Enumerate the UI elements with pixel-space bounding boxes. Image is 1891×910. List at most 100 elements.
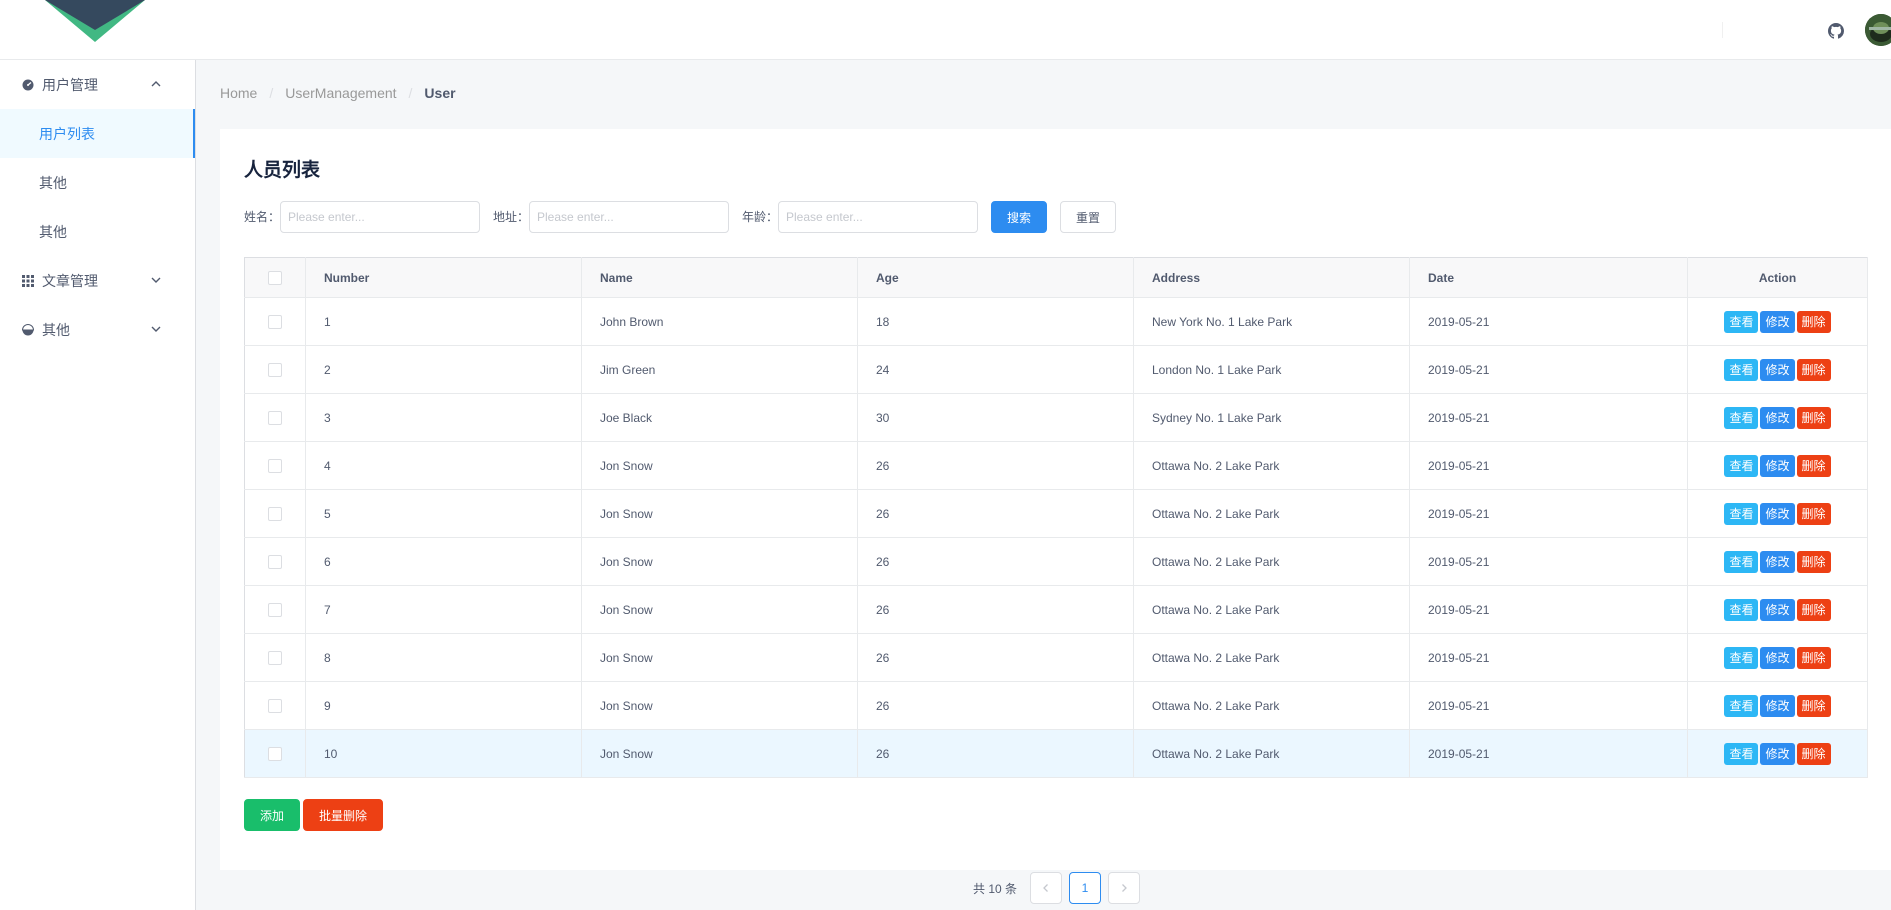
vue-logo[interactable] xyxy=(45,0,145,42)
breadcrumb-separator: / xyxy=(408,85,413,101)
table-row[interactable]: 2 Jim Green 24 London No. 1 Lake Park 2019-0… xyxy=(244,345,1868,394)
table-row[interactable]: 6 Jon Snow 26 Ottawa No. 2 Lake Park 2019-05… xyxy=(244,537,1868,586)
table-body: 1 John Brown 18 New York No. 1 Lake Park 201… xyxy=(244,297,1868,778)
menu-group-user-management[interactable]: 用户管理 xyxy=(0,60,195,109)
edit-button[interactable]: 修改 xyxy=(1760,550,1795,573)
name-filter-input[interactable] xyxy=(280,201,480,233)
delete-button[interactable]: 删除 xyxy=(1796,694,1831,717)
edit-button[interactable]: 修改 xyxy=(1760,742,1795,765)
row-checkbox[interactable] xyxy=(268,362,282,377)
view-button[interactable]: 查看 xyxy=(1724,694,1759,717)
table-row[interactable]: 9 Jon Snow 26 Ottawa No. 2 Lake Park 2019-05… xyxy=(244,681,1868,730)
cell-date: 2019-05-21 xyxy=(1409,633,1688,682)
edit-button[interactable]: 修改 xyxy=(1760,454,1795,477)
cell-name: Jon Snow xyxy=(581,633,858,682)
delete-button[interactable]: 删除 xyxy=(1796,502,1831,525)
row-select-cell xyxy=(244,297,306,346)
table-row[interactable]: 8 Jon Snow 26 Ottawa No. 2 Lake Park 2019-05… xyxy=(244,633,1868,682)
column-header-age: Age xyxy=(857,257,1134,298)
delete-button[interactable]: 删除 xyxy=(1796,406,1831,429)
edit-button[interactable]: 修改 xyxy=(1760,406,1795,429)
cell-address: London No. 1 Lake Park xyxy=(1133,345,1410,394)
row-select-cell xyxy=(244,345,306,394)
column-header-number: Number xyxy=(305,257,582,298)
row-select-cell xyxy=(244,585,306,634)
view-button[interactable]: 查看 xyxy=(1724,454,1759,477)
table-row[interactable]: 4 Jon Snow 26 Ottawa No. 2 Lake Park 2019-05… xyxy=(244,441,1868,490)
row-checkbox[interactable] xyxy=(268,554,282,569)
table-row[interactable]: 5 Jon Snow 26 Ottawa No. 2 Lake Park 2019-05… xyxy=(244,489,1868,538)
cell-actions: 查看 修改 删除 xyxy=(1687,633,1868,682)
select-all-checkbox[interactable] xyxy=(268,270,282,285)
row-checkbox[interactable] xyxy=(268,458,282,473)
row-checkbox[interactable] xyxy=(268,506,282,521)
view-button[interactable]: 查看 xyxy=(1724,358,1759,381)
view-button[interactable]: 查看 xyxy=(1724,406,1759,429)
table-row[interactable]: 1 John Brown 18 New York No. 1 Lake Park 201… xyxy=(244,297,1868,346)
cell-age: 30 xyxy=(857,393,1134,442)
page-1-button[interactable]: 1 xyxy=(1069,872,1101,904)
view-button[interactable]: 查看 xyxy=(1724,742,1759,765)
view-button[interactable]: 查看 xyxy=(1724,502,1759,525)
view-button[interactable]: 查看 xyxy=(1724,646,1759,669)
row-checkbox[interactable] xyxy=(268,698,282,713)
cell-age: 26 xyxy=(857,729,1134,778)
menu-group-other[interactable]: 其他 xyxy=(0,305,195,354)
search-button[interactable]: 搜索 xyxy=(991,201,1047,233)
cell-address: Ottawa No. 2 Lake Park xyxy=(1133,681,1410,730)
menu-item-user-list[interactable]: 用户列表 xyxy=(0,109,195,158)
view-button[interactable]: 查看 xyxy=(1724,310,1759,333)
user-avatar[interactable] xyxy=(1865,14,1891,46)
add-button[interactable]: 添加 xyxy=(244,799,300,831)
address-filter-input[interactable] xyxy=(529,201,729,233)
name-filter-label: 姓名： xyxy=(244,210,281,224)
row-checkbox[interactable] xyxy=(268,746,282,761)
cell-date: 2019-05-21 xyxy=(1409,489,1688,538)
table-row[interactable]: 7 Jon Snow 26 Ottawa No. 2 Lake Park 2019-05… xyxy=(244,585,1868,634)
row-select-cell xyxy=(244,441,306,490)
delete-button[interactable]: 删除 xyxy=(1796,550,1831,573)
cell-age: 26 xyxy=(857,681,1134,730)
cell-date: 2019-05-21 xyxy=(1409,681,1688,730)
delete-button[interactable]: 删除 xyxy=(1796,598,1831,621)
batch-delete-button[interactable]: 批量删除 xyxy=(303,799,383,831)
reset-button[interactable]: 重置 xyxy=(1060,201,1116,233)
next-page-button[interactable] xyxy=(1108,872,1140,904)
edit-button[interactable]: 修改 xyxy=(1760,310,1795,333)
pagination-total: 共 10 条 xyxy=(973,882,1018,896)
edit-button[interactable]: 修改 xyxy=(1760,502,1795,525)
row-checkbox[interactable] xyxy=(268,602,282,617)
delete-button[interactable]: 删除 xyxy=(1796,646,1831,669)
menu-item-other-2[interactable]: 其他 xyxy=(0,207,195,256)
cell-actions: 查看 修改 删除 xyxy=(1687,489,1868,538)
age-filter-input[interactable] xyxy=(778,201,978,233)
github-icon[interactable] xyxy=(1828,23,1844,39)
cell-number: 8 xyxy=(305,633,582,682)
menu-item-other-1[interactable]: 其他 xyxy=(0,158,195,207)
row-checkbox[interactable] xyxy=(268,410,282,425)
table-row[interactable]: 3 Joe Black 30 Sydney No. 1 Lake Park 2019-0… xyxy=(244,393,1868,442)
cell-actions: 查看 修改 删除 xyxy=(1687,393,1868,442)
menu-group-article-management[interactable]: 文章管理 xyxy=(0,256,195,305)
breadcrumb-home[interactable]: Home xyxy=(220,85,257,101)
cell-date: 2019-05-21 xyxy=(1409,393,1688,442)
edit-button[interactable]: 修改 xyxy=(1760,646,1795,669)
header-divider xyxy=(1722,22,1723,38)
row-checkbox[interactable] xyxy=(268,650,282,665)
edit-button[interactable]: 修改 xyxy=(1760,598,1795,621)
cell-number: 10 xyxy=(305,729,582,778)
breadcrumb-user-management[interactable]: UserManagement xyxy=(285,85,396,101)
table-row[interactable]: 10 Jon Snow 26 Ottawa No. 2 Lake Park 2019-0… xyxy=(244,729,1868,778)
delete-button[interactable]: 删除 xyxy=(1796,454,1831,477)
edit-button[interactable]: 修改 xyxy=(1760,358,1795,381)
delete-button[interactable]: 删除 xyxy=(1796,358,1831,381)
breadcrumb: Home / UserManagement / User xyxy=(220,85,456,101)
prev-page-button[interactable] xyxy=(1030,872,1062,904)
delete-button[interactable]: 删除 xyxy=(1796,742,1831,765)
view-button[interactable]: 查看 xyxy=(1724,550,1759,573)
page-title: 人员列表 xyxy=(244,160,321,181)
edit-button[interactable]: 修改 xyxy=(1760,694,1795,717)
view-button[interactable]: 查看 xyxy=(1724,598,1759,621)
delete-button[interactable]: 删除 xyxy=(1796,310,1831,333)
row-checkbox[interactable] xyxy=(268,314,282,329)
